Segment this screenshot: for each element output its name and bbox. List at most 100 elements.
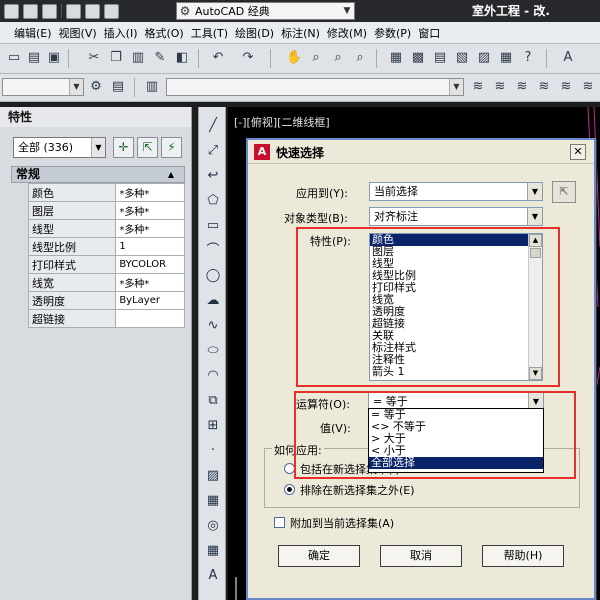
spline-icon[interactable]: ∿ [204, 317, 222, 335]
open-icon[interactable]: ▤ [26, 50, 42, 66]
ellipse-arc-icon[interactable]: ◠ [204, 367, 222, 385]
print-icon[interactable] [66, 3, 81, 19]
redo-icon[interactable] [104, 3, 119, 19]
toggle-pickadd-icon[interactable]: ✛ [113, 137, 134, 158]
layer-match-icon[interactable]: ≋ [492, 79, 508, 95]
ok-button[interactable]: 确定 [278, 545, 360, 567]
append-checkbox[interactable] [274, 517, 285, 528]
category-general[interactable]: 常规 ▲ [11, 166, 185, 183]
block-editor-icon[interactable]: ◧ [174, 50, 190, 66]
copy-icon[interactable]: ❐ [108, 50, 124, 66]
text-style-icon[interactable]: A [560, 50, 576, 66]
make-block-icon[interactable]: ⊞ [204, 417, 222, 435]
revision-cloud-icon[interactable]: ☁ [204, 292, 222, 310]
sheet-set-icon[interactable]: ▧ [454, 50, 470, 66]
line-icon[interactable]: ╱ [204, 117, 222, 135]
make-current-icon[interactable]: ≋ [470, 79, 486, 95]
viewport-label[interactable]: [-][俯视][二维线框] [234, 114, 330, 130]
layer-combo[interactable]: ▼ [2, 78, 84, 96]
layer-properties-icon[interactable]: ⚙ [88, 79, 104, 95]
table-row[interactable]: 线宽 *多种* [27, 273, 185, 292]
paste-icon[interactable]: ▥ [130, 50, 146, 66]
layer-off-icon[interactable]: ≋ [536, 79, 552, 95]
property-value[interactable]: ByLayer [115, 291, 185, 310]
menu-insert[interactable]: 插入(I) [104, 25, 145, 41]
polygon-icon[interactable]: ⬠ [204, 192, 222, 210]
menu-format[interactable]: 格式(O) [144, 25, 190, 41]
app-menu-icon[interactable] [4, 3, 19, 19]
calculator-icon[interactable]: ▦ [498, 50, 514, 66]
menu-modify[interactable]: 修改(M) [327, 25, 374, 41]
pan-icon[interactable]: ✋ [286, 50, 302, 66]
layer-state-icon[interactable]: ▥ [144, 79, 160, 95]
table-row[interactable]: 超链接 [27, 309, 185, 328]
table-row[interactable]: 打印样式 BYCOLOR [27, 255, 185, 274]
menu-tools[interactable]: 工具(T) [191, 25, 235, 41]
table-icon[interactable]: ▦ [204, 542, 222, 560]
menu-parameter[interactable]: 参数(P) [374, 25, 418, 41]
zoom-previous-icon[interactable]: ⌕ [352, 50, 368, 66]
ellipse-icon[interactable]: ⬭ [204, 342, 222, 360]
gradient-icon[interactable]: ▦ [204, 492, 222, 510]
property-value[interactable]: *多种* [115, 219, 185, 238]
apply-to-dropdown[interactable]: 当前选择 ▼ [369, 182, 543, 201]
properties-icon[interactable]: ▦ [388, 50, 404, 66]
help-icon[interactable]: ? [520, 50, 536, 66]
layer-iso-icon[interactable]: ≋ [514, 79, 530, 95]
table-row[interactable]: 颜色 *多种* [27, 183, 185, 202]
multiline-text-icon[interactable]: A [204, 567, 222, 585]
selection-combo[interactable]: 全部 (336) ▼ [13, 137, 106, 158]
polyline-icon[interactable]: ↩ [204, 167, 222, 185]
menu-edit[interactable]: 编辑(E) [0, 25, 59, 41]
cut-icon[interactable]: ✂ [86, 50, 102, 66]
property-value[interactable]: *多种* [115, 183, 185, 202]
save-as-icon[interactable] [42, 3, 57, 19]
select-objects-icon[interactable]: ⇱ [137, 137, 158, 158]
cancel-button[interactable]: 取消 [380, 545, 462, 567]
menu-window[interactable]: 窗口 [418, 25, 447, 41]
construction-line-icon[interactable]: ⤢ [204, 142, 222, 160]
arc-icon[interactable]: ⌒ [204, 242, 222, 260]
exclude-label[interactable]: 排除在新选择集之外(E) [300, 482, 415, 498]
property-value[interactable]: *多种* [115, 201, 185, 220]
table-row[interactable]: 线型 *多种* [27, 219, 185, 238]
menu-view[interactable]: 视图(V) [59, 25, 104, 41]
circle-icon[interactable]: ◯ [204, 267, 222, 285]
zoom-window-icon[interactable]: ⌕ [330, 50, 346, 66]
table-row[interactable]: 图层 *多种* [27, 201, 185, 220]
menu-dimension[interactable]: 标注(N) [281, 25, 327, 41]
layer-previous-icon[interactable]: ▤ [110, 79, 126, 95]
point-icon[interactable]: · [204, 442, 222, 460]
rectangle-icon[interactable]: ▭ [204, 217, 222, 235]
append-label[interactable]: 附加到当前选择集(A) [290, 515, 394, 531]
zoom-realtime-icon[interactable]: ⌕ [308, 50, 324, 66]
close-button[interactable]: ✕ [570, 144, 586, 160]
match-properties-icon[interactable]: ✎ [152, 50, 168, 66]
design-center-icon[interactable]: ▩ [410, 50, 426, 66]
region-icon[interactable]: ◎ [204, 517, 222, 535]
undo-icon[interactable]: ↶ [210, 50, 226, 66]
layer-state-combo[interactable]: ▼ [166, 78, 464, 96]
help-button[interactable]: 帮助(H) [482, 545, 564, 567]
property-value[interactable]: BYCOLOR [115, 255, 185, 274]
markup-icon[interactable]: ▨ [476, 50, 492, 66]
property-value[interactable]: 1 [115, 237, 185, 256]
select-objects-button[interactable]: ⇱ [552, 181, 576, 203]
property-value[interactable] [115, 309, 185, 328]
layer-lock-icon[interactable]: ≋ [580, 79, 596, 95]
insert-block-icon[interactable]: ⧉ [204, 392, 222, 410]
redo-icon[interactable]: ↷ [240, 50, 256, 66]
menu-draw[interactable]: 绘图(D) [235, 25, 281, 41]
new-icon[interactable]: ▭ [6, 50, 22, 66]
quick-select-icon[interactable]: ⚡ [161, 137, 182, 158]
property-value[interactable]: *多种* [115, 273, 185, 292]
save-icon[interactable]: ▣ [46, 50, 62, 66]
layer-freeze-icon[interactable]: ≋ [558, 79, 574, 95]
exclude-radio[interactable] [284, 484, 295, 495]
workspace-selector[interactable]: ⚙ AutoCAD 经典 ▼ [176, 2, 355, 20]
undo-icon[interactable] [85, 3, 100, 19]
object-type-dropdown[interactable]: 对齐标注 ▼ [369, 207, 543, 226]
tool-palettes-icon[interactable]: ▤ [432, 50, 448, 66]
hatch-icon[interactable]: ▨ [204, 467, 222, 485]
table-row[interactable]: 透明度 ByLayer [27, 291, 185, 310]
